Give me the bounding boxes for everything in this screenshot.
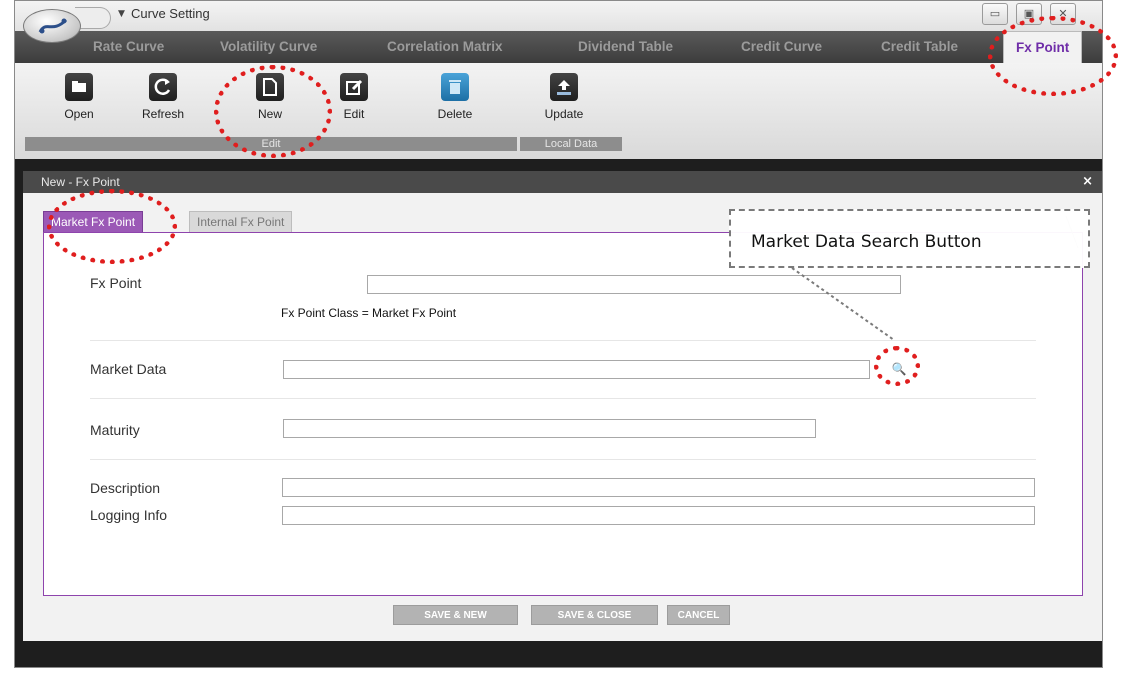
- window-title: Curve Setting: [131, 6, 210, 21]
- application-menu-button[interactable]: [23, 9, 81, 43]
- fx-point-label: Fx Point: [90, 275, 142, 291]
- fx-point-input[interactable]: [367, 275, 901, 294]
- divider: [90, 398, 1036, 399]
- dialog-title: New - Fx Point: [41, 175, 120, 189]
- curve-setting-window: ▼ Curve Setting ▭ ▣ ✕ Rate Curve Volatil…: [14, 0, 1103, 668]
- cancel-button[interactable]: CANCEL: [667, 605, 730, 625]
- tab-volatility-curve[interactable]: Volatility Curve: [220, 39, 317, 54]
- fx-point-form: Fx Point Fx Point Class = Market Fx Poin…: [43, 232, 1083, 596]
- highlight-fx-point-tab: [988, 16, 1118, 96]
- market-data-label: Market Data: [90, 361, 167, 377]
- highlight-market-fx-point-tab: [47, 189, 177, 264]
- tab-correlation-matrix[interactable]: Correlation Matrix: [387, 39, 503, 54]
- ribbon-group-local-data: Local Data: [520, 137, 622, 151]
- minimize-button[interactable]: ▭: [982, 3, 1008, 25]
- folder-icon: [65, 73, 93, 101]
- maturity-label: Maturity: [90, 422, 140, 438]
- fx-point-class-text: Fx Point Class = Market Fx Point: [281, 306, 457, 320]
- tab-credit-curve[interactable]: Credit Curve: [741, 39, 822, 54]
- curve-logo-icon: [38, 18, 68, 34]
- dialog-close-button[interactable]: ×: [1082, 174, 1093, 189]
- highlight-new-button: [214, 65, 332, 158]
- tab-internal-fx-point[interactable]: Internal Fx Point: [189, 211, 293, 233]
- tab-credit-table[interactable]: Credit Table: [881, 39, 958, 54]
- logging-info-label: Logging Info: [90, 507, 168, 523]
- title-bar: ▼ Curve Setting ▭ ▣ ✕: [15, 1, 1102, 43]
- edit-button[interactable]: Edit: [324, 73, 384, 121]
- upload-icon: [550, 73, 578, 101]
- ribbon-toolbar: Open Refresh New Edit Delete Update Edit…: [15, 63, 1102, 159]
- divider: [90, 459, 1036, 460]
- tab-dividend-table[interactable]: Dividend Table: [578, 39, 673, 54]
- delete-button[interactable]: Delete: [425, 73, 485, 121]
- open-button[interactable]: Open: [49, 73, 109, 121]
- save-and-close-button[interactable]: SAVE & CLOSE: [531, 605, 658, 625]
- refresh-button[interactable]: Refresh: [133, 73, 193, 121]
- update-button[interactable]: Update: [534, 73, 594, 121]
- logging-info-input[interactable]: [282, 506, 1035, 525]
- description-label: Description: [90, 480, 161, 496]
- quick-access-dropdown-icon[interactable]: ▼: [118, 9, 125, 19]
- divider: [90, 340, 1036, 341]
- callout-box: Market Data Search Button: [729, 209, 1090, 268]
- refresh-icon: [149, 73, 177, 101]
- main-tab-bar: Rate Curve Volatility Curve Correlation …: [15, 31, 1102, 63]
- save-and-new-button[interactable]: SAVE & NEW: [393, 605, 518, 625]
- edit-icon: [340, 73, 368, 101]
- dialog-header: New - Fx Point ×: [23, 171, 1102, 193]
- callout-text: Market Data Search Button: [751, 232, 982, 252]
- highlight-search-button: [874, 346, 920, 386]
- market-data-input[interactable]: [283, 360, 870, 379]
- maturity-input[interactable]: [283, 419, 816, 438]
- description-input[interactable]: [282, 478, 1035, 497]
- tab-rate-curve[interactable]: Rate Curve: [93, 39, 164, 54]
- trash-icon: [441, 73, 469, 101]
